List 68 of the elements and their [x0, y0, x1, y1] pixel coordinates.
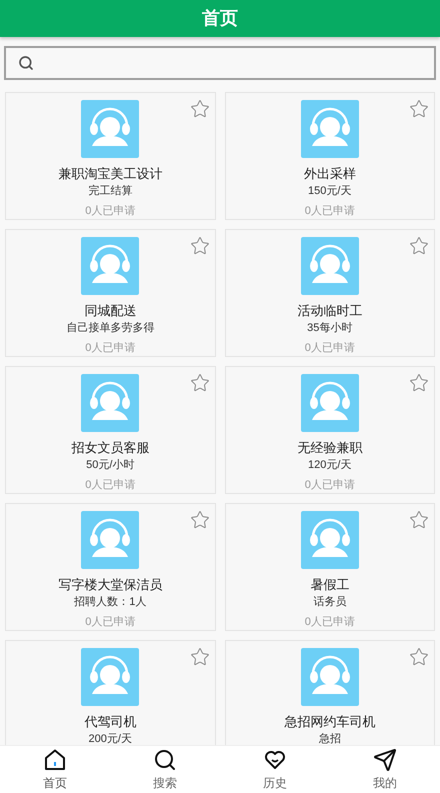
job-card[interactable]: 写字楼大堂保洁员 招聘人数：1人 0人已申请	[5, 503, 216, 631]
nav-tab[interactable]: 搜索	[110, 746, 220, 793]
search-icon	[153, 748, 177, 772]
job-pay: 话务员	[313, 595, 346, 609]
job-pay: 完工结算	[88, 184, 132, 198]
job-card[interactable]: 外出采样 150元/天 0人已申请	[224, 92, 435, 220]
job-title: 代驾司机	[84, 714, 136, 730]
job-card[interactable]: 代驾司机 200元/天	[5, 640, 216, 745]
headset-avatar-icon	[300, 237, 359, 295]
job-card[interactable]: 兼职淘宝美工设计 完工结算 0人已申请	[5, 92, 216, 220]
headset-avatar-icon	[81, 648, 140, 706]
job-pay: 自己接单多劳多得	[66, 321, 154, 335]
headset-avatar-icon	[300, 100, 359, 158]
job-title: 兼职淘宝美工设计	[58, 166, 162, 182]
job-pay: 200元/天	[88, 732, 132, 745]
job-title: 无经验兼职	[297, 440, 362, 456]
job-pay: 120元/天	[308, 458, 352, 472]
job-card[interactable]: 招女文员客服 50元/小时 0人已申请	[5, 366, 216, 494]
job-pay: 招聘人数：1人	[74, 595, 146, 609]
applicant-count: 0人已申请	[304, 478, 355, 492]
job-title: 招女文员客服	[71, 440, 150, 456]
favorite-star-icon[interactable]	[409, 373, 429, 393]
headset-avatar-icon	[300, 374, 359, 432]
job-title: 活动临时工	[297, 303, 362, 319]
headset-avatar-icon	[81, 237, 140, 295]
favorite-star-icon[interactable]	[409, 510, 429, 530]
job-title: 急招网约车司机	[284, 714, 376, 730]
job-card[interactable]: 活动临时工 35每小时 0人已申请	[224, 229, 435, 357]
applicant-count: 0人已申请	[304, 204, 355, 218]
applicant-count: 0人已申请	[85, 204, 136, 218]
favorite-star-icon[interactable]	[190, 99, 210, 119]
favorite-star-icon[interactable]	[190, 373, 210, 393]
favorite-star-icon[interactable]	[190, 647, 210, 667]
job-pay: 50元/小时	[86, 458, 134, 472]
search-field[interactable]	[4, 46, 436, 80]
job-card[interactable]: 暑假工 话务员 0人已申请	[224, 503, 435, 631]
applicant-count: 0人已申请	[304, 341, 355, 355]
favorite-star-icon[interactable]	[190, 510, 210, 530]
headset-avatar-icon	[300, 511, 359, 569]
favorite-star-icon[interactable]	[409, 236, 429, 256]
favorite-star-icon[interactable]	[409, 647, 429, 667]
job-pay: 急招	[318, 732, 341, 745]
job-card[interactable]: 无经验兼职 120元/天 0人已申请	[224, 366, 435, 494]
headset-avatar-icon	[300, 648, 359, 706]
job-card[interactable]: 同城配送 自己接单多劳多得 0人已申请	[5, 229, 216, 357]
job-title: 写字楼大堂保洁员	[58, 577, 162, 593]
headset-avatar-icon	[81, 100, 140, 158]
applicant-count: 0人已申请	[85, 341, 136, 355]
home-icon	[43, 748, 67, 772]
job-pay: 150元/天	[308, 184, 352, 198]
applicant-count: 0人已申请	[85, 615, 136, 629]
nav-tab[interactable]: 我的	[330, 746, 440, 793]
job-pay: 35每小时	[307, 321, 352, 335]
job-title: 同城配送	[84, 303, 136, 319]
applicant-count: 0人已申请	[304, 615, 355, 629]
job-title: 暑假工	[310, 577, 350, 593]
applicant-count: 0人已申请	[85, 478, 136, 492]
page-title: 首页	[202, 7, 238, 30]
search-icon	[18, 55, 34, 71]
favorite-star-icon[interactable]	[190, 236, 210, 256]
headset-avatar-icon	[81, 374, 140, 432]
paper-plane-icon	[373, 748, 397, 772]
job-card[interactable]: 急招网约车司机 急招	[224, 640, 435, 745]
favorite-star-icon[interactable]	[409, 99, 429, 119]
headset-avatar-icon	[81, 511, 140, 569]
job-title: 外出采样	[304, 166, 356, 182]
nav-tab[interactable]: 首页	[0, 746, 110, 793]
nav-tab[interactable]: 历史	[220, 746, 330, 793]
